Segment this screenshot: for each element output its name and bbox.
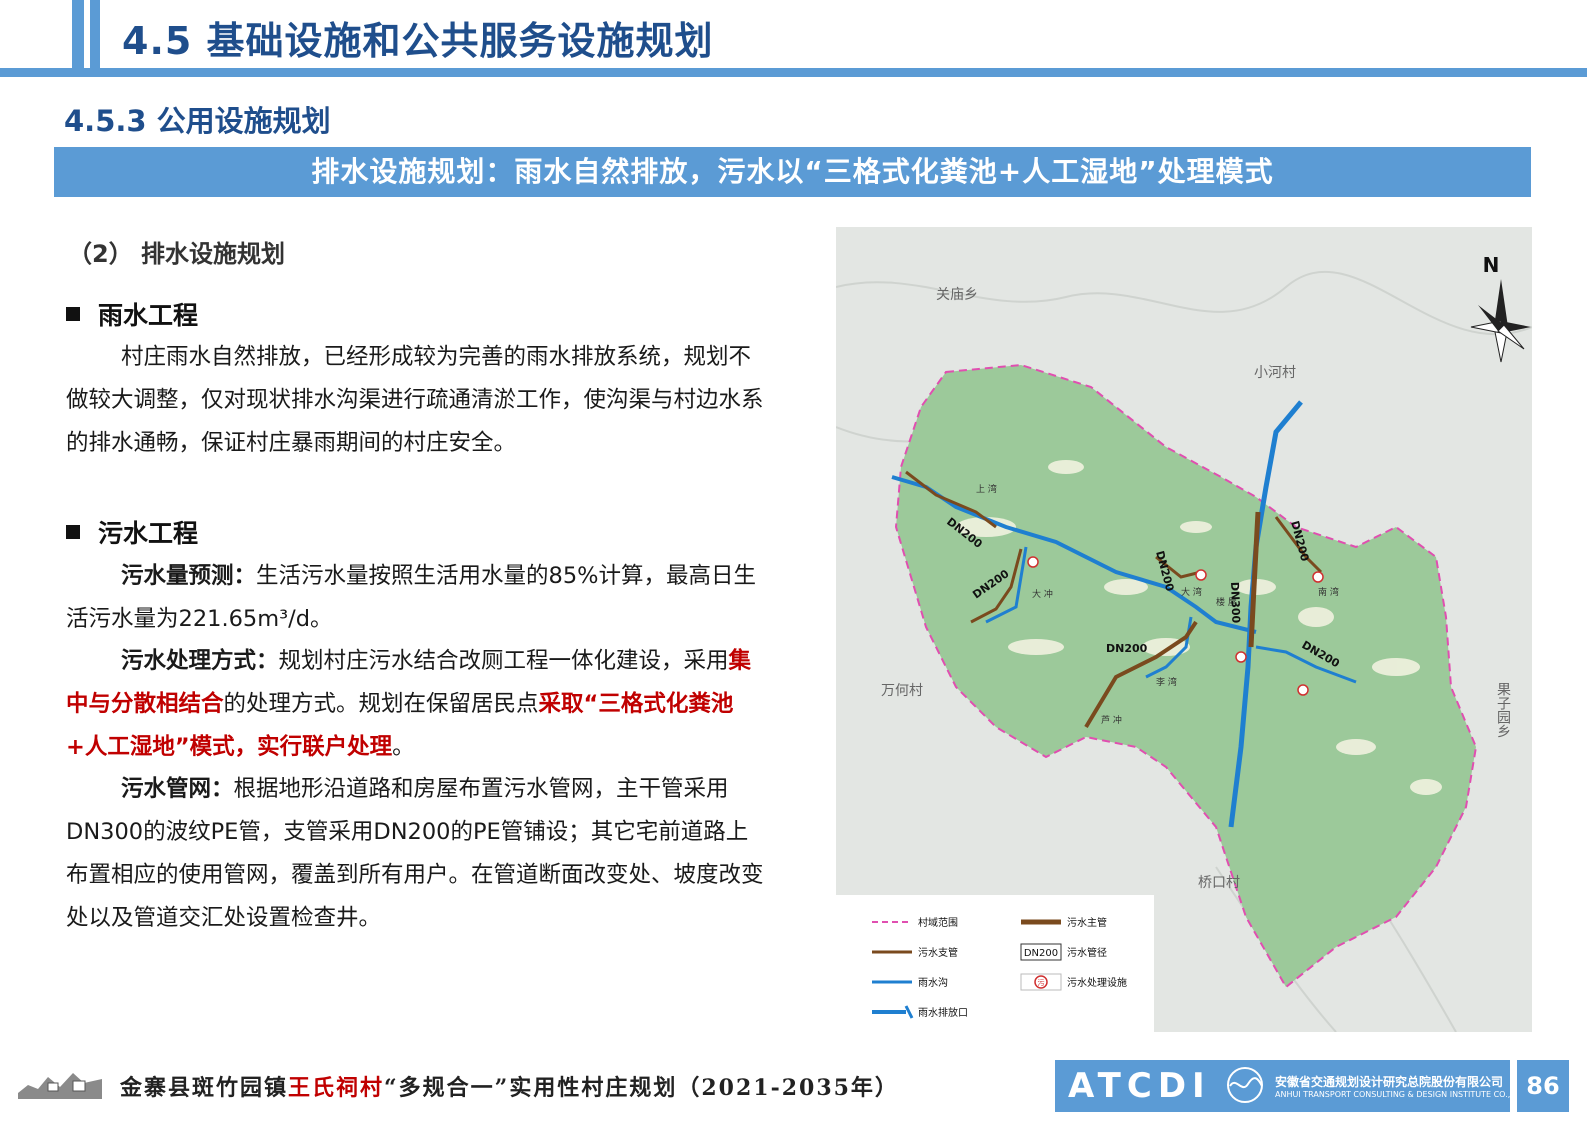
place-label: 小河村: [1254, 365, 1296, 381]
treatment-text-b: 的处理方式。规划在保留居民点: [223, 691, 539, 717]
topic-banner: 排水设施规划：雨水自然排放，污水以“三格式化粪池+人工湿地”处理模式: [54, 147, 1531, 197]
place-label: 芦 冲: [1101, 714, 1122, 726]
company-emblem-icon: [1227, 1067, 1263, 1103]
place-label: 南 湾: [1318, 586, 1339, 598]
rain-heading: 雨水工程: [66, 296, 198, 332]
header-accent-bar-2: [90, 0, 100, 68]
footer-title-a: 金寨县斑竹园镇: [120, 1075, 289, 1101]
legend-dia-tag: DN200: [1024, 948, 1058, 959]
treatment-text-a: 规划村庄污水结合改厕工程一体化建设，采用: [278, 648, 729, 674]
bullet-square-icon: [66, 525, 80, 539]
svg-text:N: N: [1483, 253, 1500, 277]
page-title: 4.5 基础设施和公共服务设施规划: [122, 19, 714, 63]
footer-title-b: “多规合一”实用性村庄规划（2021-2035年）: [384, 1075, 899, 1101]
legend-main-pipe: 污水主管: [1067, 916, 1107, 929]
legend-pipe-dia: 污水管径: [1067, 946, 1107, 959]
sewage-heading-text: 污水工程: [98, 519, 199, 548]
pipe-dia-label: DN200: [1106, 642, 1148, 655]
legend-facility: 污水处理设施: [1067, 976, 1127, 989]
header-accent-bar: [72, 0, 84, 68]
sewage-forecast-paragraph: 污水量预测：生活污水量按照生活用水量的85%计算，最高日生活污水量为221.65…: [66, 555, 766, 641]
network-label: 污水管网：: [121, 776, 234, 802]
bullet-square-icon: [66, 307, 80, 321]
treatment-label: 污水处理方式：: [121, 648, 279, 674]
place-label: 果子园乡: [1495, 682, 1511, 738]
page-number: 86: [1517, 1060, 1569, 1112]
place-label: 万何村: [881, 683, 923, 699]
section-subtitle: 4.5.3 公用设施规划: [64, 104, 331, 138]
company-logo: ATCDI: [1068, 1066, 1211, 1106]
legend-boundary: 村域范围: [918, 916, 958, 929]
company-name-cn: 安徽省交通规划设计研究总院股份有限公司: [1275, 1075, 1504, 1089]
section-heading: （2） 排水设施规划: [68, 240, 286, 268]
legend-branch-pipe: 污水支管: [918, 946, 958, 959]
drainage-plan-map: 关庙乡 小河村 万何村 果子园乡 桥口村 上 湾 大 冲 大 湾 楼 屋 南 湾…: [836, 227, 1532, 1032]
place-label: 关庙乡: [936, 287, 978, 303]
place-label: 大 湾: [1181, 586, 1202, 598]
company-name-en: ANHUI TRANSPORT CONSULTING & DESIGN INST…: [1275, 1090, 1528, 1099]
header-rule: [0, 68, 1587, 77]
place-label: 桥口村: [1198, 875, 1240, 891]
rain-body: 村庄雨水自然排放，已经形成较为完善的雨水排放系统，规划不做较大调整，仅对现状排水…: [66, 344, 764, 456]
sewage-treatment-paragraph: 污水处理方式：规划村庄污水结合改厕工程一体化建设，采用集中与分散相结合的处理方式…: [66, 640, 766, 769]
sewage-network-paragraph: 污水管网：根据地形沿道路和房屋布置污水管网，主干管采用DN300的波纹PE管，支…: [66, 768, 766, 940]
footer-title-village: 王氏祠村: [288, 1075, 385, 1101]
sewage-heading: 污水工程: [66, 514, 198, 550]
village-sketch-icon: [18, 1073, 102, 1099]
footer-title: 金寨县斑竹园镇王氏祠村“多规合一”实用性村庄规划（2021-2035年）: [120, 1070, 899, 1102]
treatment-text-c: 。: [392, 734, 415, 760]
place-label: 上 湾: [976, 483, 997, 495]
legend-facility-tag: 污: [1038, 979, 1045, 987]
legend-outlet: 雨水排放口: [918, 1006, 968, 1019]
place-label: 李 湾: [1156, 676, 1177, 688]
legend-rain-ditch: 雨水沟: [918, 976, 948, 989]
rain-paragraph: 村庄雨水自然排放，已经形成较为完善的雨水排放系统，规划不做较大调整，仅对现状排水…: [66, 336, 766, 465]
rain-heading-text: 雨水工程: [98, 301, 199, 330]
pipe-dia-label: DN300: [1228, 582, 1242, 624]
place-label: 大 冲: [1032, 588, 1053, 600]
forecast-label: 污水量预测：: [121, 563, 257, 589]
